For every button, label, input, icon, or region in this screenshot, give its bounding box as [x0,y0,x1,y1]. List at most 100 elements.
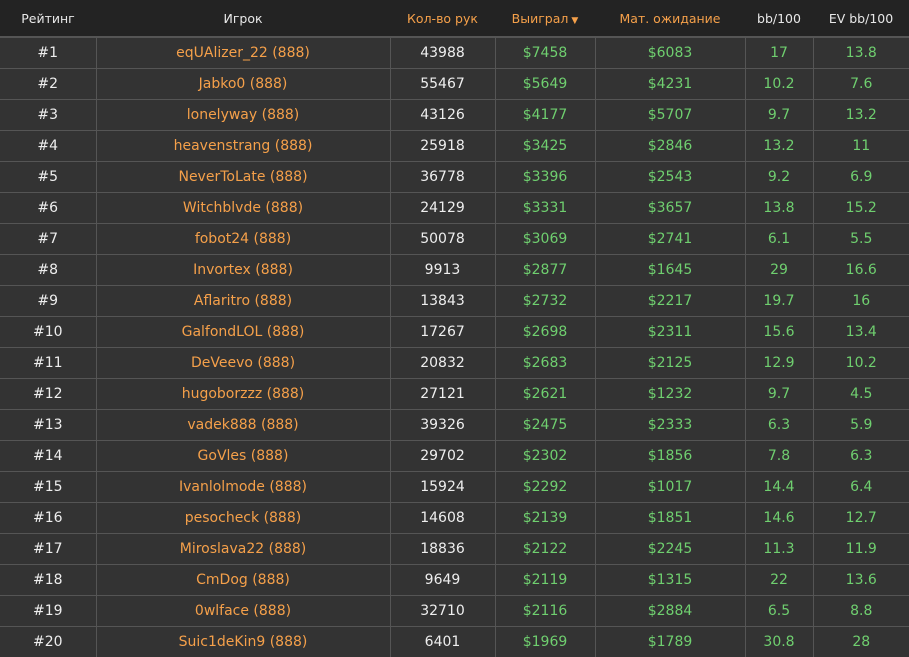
header-hands[interactable]: Кол-во рук [390,0,495,37]
hands-cell: 55467 [390,69,495,100]
player-link[interactable]: fobot24 (888) [96,224,390,255]
player-link[interactable]: DeVeevo (888) [96,348,390,379]
player-link[interactable]: vadek888 (888) [96,410,390,441]
won-cell: $2698 [495,317,595,348]
player-link[interactable]: GalfondLOL (888) [96,317,390,348]
player-link[interactable]: Miroslava22 (888) [96,534,390,565]
won-cell: $2139 [495,503,595,534]
won-cell: $2683 [495,348,595,379]
player-link[interactable]: Witchblvde (888) [96,193,390,224]
won-cell: $2475 [495,410,595,441]
player-link[interactable]: Jabko0 (888) [96,69,390,100]
header-row: Рейтинг Игрок Кол-во рук Выиграл▼ Мат. о… [0,0,909,37]
evbb100-cell: 10.2 [813,348,909,379]
won-cell: $2732 [495,286,595,317]
bb100-cell: 17 [745,37,813,69]
ev-cell: $6083 [595,37,745,69]
evbb100-cell: 4.5 [813,379,909,410]
table-row: #4heavenstrang (888)25918$3425$284613.21… [0,131,909,162]
header-rank[interactable]: Рейтинг [0,0,96,37]
player-link[interactable]: Ivanlolmode (888) [96,472,390,503]
hands-cell: 43126 [390,100,495,131]
table-row: #14GoVles (888)29702$2302$18567.86.3 [0,441,909,472]
hands-cell: 17267 [390,317,495,348]
ev-cell: $2846 [595,131,745,162]
header-player[interactable]: Игрок [96,0,390,37]
evbb100-cell: 11.9 [813,534,909,565]
won-cell: $2621 [495,379,595,410]
rank-cell: #4 [0,131,96,162]
bb100-cell: 13.8 [745,193,813,224]
player-link[interactable]: GoVles (888) [96,441,390,472]
evbb100-cell: 13.2 [813,100,909,131]
rank-cell: #8 [0,255,96,286]
player-link[interactable]: hugoborzzz (888) [96,379,390,410]
won-cell: $5649 [495,69,595,100]
evbb100-cell: 6.4 [813,472,909,503]
evbb100-cell: 5.9 [813,410,909,441]
ev-cell: $1232 [595,379,745,410]
bb100-cell: 6.1 [745,224,813,255]
player-link[interactable]: eqUAlizer_22 (888) [96,37,390,69]
rank-cell: #6 [0,193,96,224]
table-row: #8Invortex (888)9913$2877$16452916.6 [0,255,909,286]
won-cell: $2302 [495,441,595,472]
ev-cell: $1851 [595,503,745,534]
hands-cell: 50078 [390,224,495,255]
hands-cell: 6401 [390,627,495,657]
hands-cell: 39326 [390,410,495,441]
won-cell: $2877 [495,255,595,286]
header-won[interactable]: Выиграл▼ [495,0,595,37]
hands-cell: 13843 [390,286,495,317]
header-ev[interactable]: Мат. ожидание [595,0,745,37]
player-link[interactable]: 0wlface (888) [96,596,390,627]
player-link[interactable]: lonelyway (888) [96,100,390,131]
table-row: #3lonelyway (888)43126$4177$57079.713.2 [0,100,909,131]
ev-cell: $1789 [595,627,745,657]
evbb100-cell: 5.5 [813,224,909,255]
hands-cell: 36778 [390,162,495,193]
evbb100-cell: 6.9 [813,162,909,193]
table-row: #12hugoborzzz (888)27121$2621$12329.74.5 [0,379,909,410]
table-row: #10GalfondLOL (888)17267$2698$231115.613… [0,317,909,348]
player-link[interactable]: Suic1deKin9 (888) [96,627,390,657]
evbb100-cell: 16 [813,286,909,317]
player-link[interactable]: NeverToLate (888) [96,162,390,193]
table-row: #2Jabko0 (888)55467$5649$423110.27.6 [0,69,909,100]
bb100-cell: 6.3 [745,410,813,441]
header-won-label: Выиграл [512,11,569,26]
player-link[interactable]: Aflaritro (888) [96,286,390,317]
bb100-cell: 29 [745,255,813,286]
player-link[interactable]: Invortex (888) [96,255,390,286]
rank-cell: #7 [0,224,96,255]
hands-cell: 18836 [390,534,495,565]
hands-cell: 14608 [390,503,495,534]
won-cell: $4177 [495,100,595,131]
rank-cell: #2 [0,69,96,100]
sort-desc-icon: ▼ [571,16,578,26]
player-link[interactable]: CmDog (888) [96,565,390,596]
rank-cell: #15 [0,472,96,503]
rank-cell: #11 [0,348,96,379]
bb100-cell: 12.9 [745,348,813,379]
ev-cell: $2884 [595,596,745,627]
bb100-cell: 22 [745,565,813,596]
rank-cell: #14 [0,441,96,472]
header-evbb100[interactable]: EV bb/100 [813,0,909,37]
won-cell: $3396 [495,162,595,193]
header-bb100[interactable]: bb/100 [745,0,813,37]
player-link[interactable]: pesocheck (888) [96,503,390,534]
evbb100-cell: 7.6 [813,69,909,100]
bb100-cell: 9.7 [745,100,813,131]
ev-cell: $1645 [595,255,745,286]
table-row: #16pesocheck (888)14608$2139$185114.612.… [0,503,909,534]
table-row: #9Aflaritro (888)13843$2732$221719.716 [0,286,909,317]
evbb100-cell: 6.3 [813,441,909,472]
evbb100-cell: 13.8 [813,37,909,69]
rank-cell: #9 [0,286,96,317]
ev-cell: $1315 [595,565,745,596]
hands-cell: 29702 [390,441,495,472]
hands-cell: 20832 [390,348,495,379]
bb100-cell: 14.6 [745,503,813,534]
player-link[interactable]: heavenstrang (888) [96,131,390,162]
